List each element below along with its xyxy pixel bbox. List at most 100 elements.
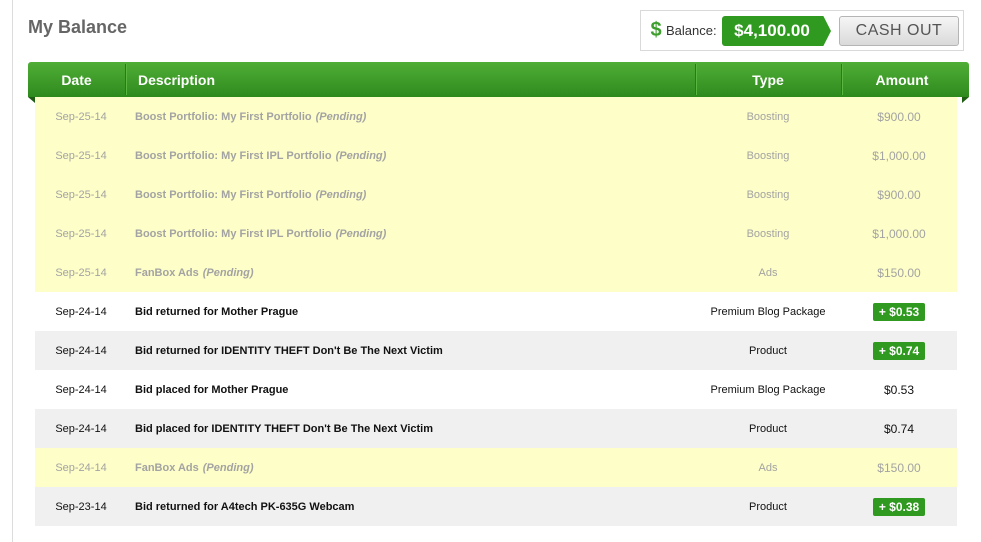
row-type: Ads bbox=[758, 266, 778, 279]
row-date: Sep-25-14 bbox=[55, 110, 107, 123]
row-description: Bid returned for A4tech PK-635G Webcam bbox=[135, 487, 354, 526]
row-description: Bid returned for IDENTITY THEFT Don't Be… bbox=[135, 331, 443, 370]
table-row: Sep-24-14 Bid placed for Mother Prague Pre… bbox=[35, 370, 957, 409]
credit-amount-badge: + $0.53 bbox=[872, 302, 926, 321]
row-amount: $150.00 bbox=[841, 253, 957, 292]
column-header-description[interactable]: Description bbox=[138, 62, 215, 97]
row-description: Boost Portfolio: My First IPL Portfolio(… bbox=[135, 136, 386, 175]
table-row: Sep-25-14 Boost Portfolio: My First IPL P… bbox=[35, 214, 957, 253]
row-description: Boost Portfolio: My First Portfolio (Pend… bbox=[135, 175, 366, 214]
row-amount: $900.00 bbox=[841, 175, 957, 214]
row-date: Sep-23-14 bbox=[55, 500, 107, 513]
row-date: Sep-24-14 bbox=[55, 422, 107, 435]
row-description-text: Bid placed for Mother Prague bbox=[135, 383, 289, 396]
row-description-text: Bid returned for A4tech PK-635G Webcam bbox=[135, 500, 355, 513]
transactions-table-body: Sep-25-14 Boost Portfolio: My First Portf… bbox=[35, 97, 957, 526]
pending-label: (Pending) bbox=[335, 149, 387, 162]
column-header-type[interactable]: Type bbox=[695, 62, 841, 97]
row-type: Product bbox=[749, 344, 787, 357]
row-description: Bid returned for Mother Prague bbox=[135, 292, 298, 331]
row-amount: $0.53 bbox=[841, 370, 957, 409]
header-ribbon-fold-right bbox=[962, 97, 969, 103]
page-title: My Balance bbox=[28, 17, 128, 37]
row-date: Sep-24-14 bbox=[55, 383, 107, 396]
balance-panel: $ Balance: $4,100.00 CASH OUT bbox=[640, 10, 964, 51]
row-description-text: FanBox Ads bbox=[135, 266, 199, 279]
balance-value: $4,100.00 bbox=[734, 21, 810, 40]
table-row: Sep-24-14 Bid returned for IDENTITY THEFT… bbox=[35, 331, 957, 370]
amount-value: $1,000.00 bbox=[872, 226, 926, 241]
row-type: Boosting bbox=[746, 149, 790, 162]
row-type: Premium Blog Package bbox=[710, 383, 826, 396]
amount-value: $0.53 bbox=[883, 382, 915, 397]
row-amount: + $0.74 bbox=[841, 331, 957, 370]
table-row: Sep-23-14 Bid returned for A4tech PK-635G… bbox=[35, 487, 957, 526]
amount-value: $150.00 bbox=[877, 265, 921, 280]
table-row: Sep-24-14 Bid returned for Mother Prague P… bbox=[35, 292, 957, 331]
row-type: Boosting bbox=[746, 110, 790, 123]
row-description-text: Boost Portfolio: My First Portfolio bbox=[135, 188, 312, 201]
table-row: Sep-25-14 Boost Portfolio: My First IPL P… bbox=[35, 136, 957, 175]
table-row: Sep-24-14 Bid placed for IDENTITY THEFT D… bbox=[35, 409, 957, 448]
row-description-text: Bid placed for IDENTITY THEFT Don't Be T… bbox=[135, 422, 434, 435]
row-description-text: Bid returned for IDENTITY THEFT Don't Be… bbox=[135, 344, 443, 357]
pending-label: (Pending) bbox=[315, 188, 367, 201]
row-date: Sep-24-14 bbox=[55, 305, 107, 318]
table-row: Sep-25-14 Boost Portfolio: My First Portf… bbox=[35, 97, 957, 136]
credit-amount-badge: + $0.38 bbox=[872, 497, 926, 516]
pending-label: (Pending) bbox=[335, 227, 387, 240]
row-amount: $0.74 bbox=[841, 409, 957, 448]
table-header: Date Description Type Amount bbox=[28, 62, 969, 97]
column-header-amount[interactable]: Amount bbox=[841, 62, 963, 97]
row-type: Boosting bbox=[746, 188, 790, 201]
row-date: Sep-25-14 bbox=[55, 266, 107, 279]
row-amount: + $0.38 bbox=[841, 487, 957, 526]
amount-value: $900.00 bbox=[877, 187, 921, 202]
row-amount: $900.00 bbox=[841, 97, 957, 136]
table-row: Sep-25-14 Boost Portfolio: My First Portf… bbox=[35, 175, 957, 214]
cash-out-button[interactable]: CASH OUT bbox=[839, 16, 959, 46]
pending-label: (Pending) bbox=[202, 461, 254, 474]
table-row: Sep-24-14 FanBox Ads (Pending) Ads $150.00 bbox=[35, 448, 957, 487]
row-description: Boost Portfolio: My First IPL Portfolio(… bbox=[135, 214, 386, 253]
row-amount: $150.00 bbox=[841, 448, 957, 487]
amount-value: $0.74 bbox=[883, 421, 915, 436]
row-description-text: Bid returned for Mother Prague bbox=[135, 305, 299, 318]
row-date: Sep-24-14 bbox=[55, 461, 107, 474]
header-ribbon-fold-left bbox=[28, 97, 35, 103]
dollar-icon: $ bbox=[650, 19, 662, 41]
row-type: Ads bbox=[758, 461, 778, 474]
amount-value: $150.00 bbox=[877, 460, 921, 475]
column-divider bbox=[125, 64, 126, 95]
amount-value: $900.00 bbox=[877, 109, 921, 124]
row-amount: $1,000.00 bbox=[841, 214, 957, 253]
row-description: FanBox Ads (Pending) bbox=[135, 448, 253, 487]
row-date: Sep-25-14 bbox=[55, 188, 107, 201]
credit-amount-badge: + $0.74 bbox=[872, 341, 926, 360]
amount-value: $1,000.00 bbox=[872, 148, 926, 163]
row-type: Boosting bbox=[746, 227, 790, 240]
row-description-text: Boost Portfolio: My First IPL Portfolio bbox=[135, 149, 332, 162]
row-description: Bid placed for IDENTITY THEFT Don't Be T… bbox=[135, 409, 433, 448]
page-left-border bbox=[12, 0, 13, 542]
row-type: Product bbox=[749, 422, 787, 435]
row-description: Boost Portfolio: My First Portfolio (Pend… bbox=[135, 97, 366, 136]
row-date: Sep-25-14 bbox=[55, 149, 107, 162]
row-date: Sep-25-14 bbox=[55, 227, 107, 240]
row-description: FanBox Ads (Pending) bbox=[135, 253, 253, 292]
row-type: Premium Blog Package bbox=[710, 305, 826, 318]
row-type: Product bbox=[749, 500, 787, 513]
balance-value-badge: $4,100.00 bbox=[722, 16, 831, 46]
column-header-date[interactable]: Date bbox=[28, 62, 125, 97]
row-description-text: FanBox Ads bbox=[135, 461, 199, 474]
table-row: Sep-25-14 FanBox Ads (Pending) Ads $150.00 bbox=[35, 253, 957, 292]
row-description: Bid placed for Mother Prague bbox=[135, 370, 288, 409]
row-amount: + $0.53 bbox=[841, 292, 957, 331]
balance-label: Balance: bbox=[666, 23, 717, 38]
row-amount: $1,000.00 bbox=[841, 136, 957, 175]
row-date: Sep-24-14 bbox=[55, 344, 107, 357]
row-description-text: Boost Portfolio: My First IPL Portfolio bbox=[135, 227, 332, 240]
pending-label: (Pending) bbox=[202, 266, 254, 279]
pending-label: (Pending) bbox=[315, 110, 367, 123]
row-description-text: Boost Portfolio: My First Portfolio bbox=[135, 110, 312, 123]
